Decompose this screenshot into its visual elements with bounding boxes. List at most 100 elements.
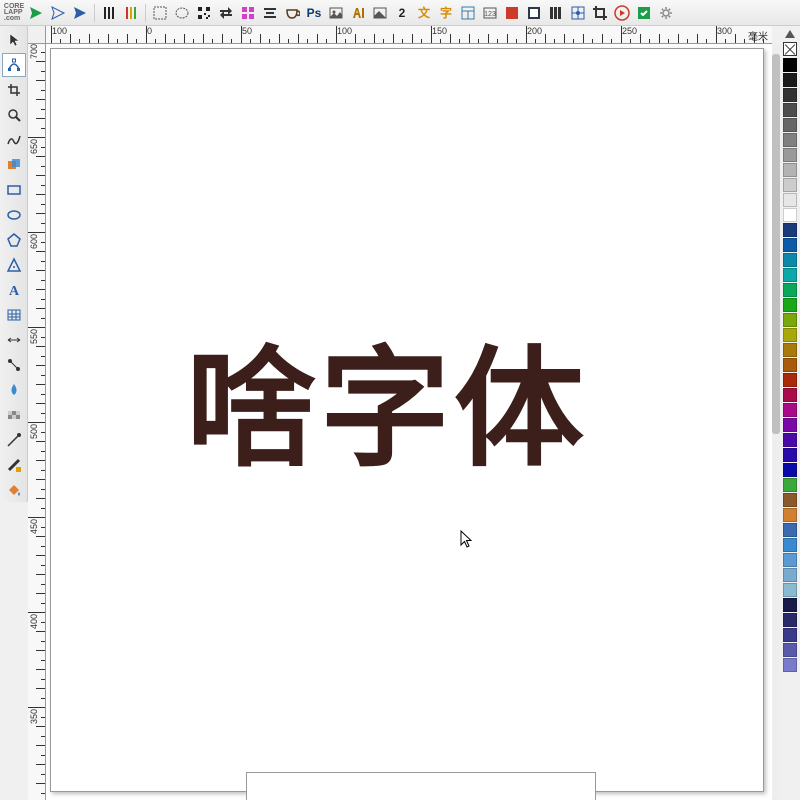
color-swatch-10[interactable] [783,208,797,222]
tool-pick[interactable] [2,28,26,52]
tool-zoom[interactable] [2,103,26,127]
tool-basic-shape[interactable] [2,253,26,277]
toolbar-bars-color-icon[interactable] [121,3,141,23]
color-swatch-11[interactable] [783,223,797,237]
toolbar-ps-icon[interactable]: Ps [304,3,324,23]
toolbar-red-sq-icon[interactable] [502,3,522,23]
toolbar-two-icon[interactable]: 2 [392,3,412,23]
tool-rect[interactable] [2,178,26,202]
tool-shape-edit[interactable] [2,53,26,77]
color-swatch-1[interactable] [783,73,797,87]
toolbar-grid-pink-icon[interactable] [238,3,258,23]
toolbar-zi-icon[interactable]: 字 [436,3,456,23]
color-swatch-2[interactable] [783,88,797,102]
toolbar-align-icon[interactable] [260,3,280,23]
toolbar-ai-icon[interactable] [348,3,368,23]
color-swatch-37[interactable] [783,613,797,627]
canvas[interactable]: 啥字体 [46,44,772,800]
tool-polygon[interactable] [2,228,26,252]
color-swatch-3[interactable] [783,103,797,117]
color-swatch-24[interactable] [783,418,797,432]
toolbar-grid-blue-icon[interactable] [568,3,588,23]
toolbar-gear-icon[interactable] [656,3,676,23]
color-swatch-15[interactable] [783,283,797,297]
toolbar-dark-sq-icon[interactable] [524,3,544,23]
color-swatch-35[interactable] [783,583,797,597]
tool-outline[interactable] [2,453,26,477]
vertical-ruler[interactable]: 700650600550500450400350300 [28,44,46,800]
tool-crop[interactable] [2,78,26,102]
color-swatch-5[interactable] [783,133,797,147]
toolbar-send-blue-icon[interactable] [70,3,90,23]
color-swatch-40[interactable] [783,658,797,672]
tool-drop[interactable] [2,378,26,402]
color-swatch-28[interactable] [783,478,797,492]
color-swatch-6[interactable] [783,148,797,162]
toolbar-layout-icon[interactable] [458,3,478,23]
toolbar-send-outline-icon[interactable] [48,3,68,23]
toolbar-cols-icon[interactable] [546,3,566,23]
color-swatch-39[interactable] [783,643,797,657]
palette-scroll-up-icon[interactable] [785,30,795,38]
color-swatch-29[interactable] [783,493,797,507]
color-swatch-0[interactable] [783,58,797,72]
color-swatch-25[interactable] [783,433,797,447]
toolbar-num-icon[interactable]: 123 [480,3,500,23]
tool-ellipse[interactable] [2,203,26,227]
tool-smart-fill[interactable] [2,153,26,177]
horizontal-ruler[interactable]: 100050100150200250300 [46,26,772,44]
vertical-scrollbar[interactable] [772,44,780,800]
color-swatch-34[interactable] [783,568,797,582]
color-swatch-30[interactable] [783,508,797,522]
toolbar-crop-dash-icon[interactable] [150,3,170,23]
color-swatch-13[interactable] [783,253,797,267]
tool-text[interactable]: A [2,278,26,302]
color-swatch-19[interactable] [783,343,797,357]
color-swatch-14[interactable] [783,268,797,282]
color-swatch-31[interactable] [783,523,797,537]
color-swatch-20[interactable] [783,358,797,372]
color-swatch-16[interactable] [783,298,797,312]
color-swatch-17[interactable] [783,313,797,327]
color-swatch-33[interactable] [783,553,797,567]
color-swatch-12[interactable] [783,238,797,252]
toolbar-crop2-icon[interactable] [590,3,610,23]
color-swatch-22[interactable] [783,388,797,402]
color-swatch-21[interactable] [783,373,797,387]
text-placeholder-box[interactable] [246,772,596,800]
ruler-label: 450 [29,519,39,534]
scrollbar-thumb[interactable] [772,54,780,434]
color-swatch-32[interactable] [783,538,797,552]
color-swatch-27[interactable] [783,463,797,477]
toolbar-oval-dash-icon[interactable] [172,3,192,23]
color-swatch-4[interactable] [783,118,797,132]
color-swatch-18[interactable] [783,328,797,342]
no-color-swatch[interactable] [783,42,797,56]
canvas-main-text[interactable]: 啥字体 [186,304,588,492]
tool-eyedropper[interactable] [2,428,26,452]
tool-dimension[interactable] [2,328,26,352]
toolbar-send-green-icon[interactable] [26,3,46,23]
toolbar-play-red-icon[interactable] [612,3,632,23]
toolbar-bars-vert-icon[interactable] [99,3,119,23]
toolbar-qr-icon[interactable] [194,3,214,23]
color-swatch-9[interactable] [783,193,797,207]
toolbar-cup-icon[interactable] [282,3,302,23]
toolbar-picture-icon[interactable] [326,3,346,23]
tool-transparency[interactable] [2,403,26,427]
toolbar-green-sq-icon[interactable] [634,3,654,23]
color-swatch-8[interactable] [783,178,797,192]
toolbar-picture2-icon[interactable] [370,3,390,23]
toolbar-wen-icon[interactable]: 文 [414,3,434,23]
tool-connector[interactable] [2,353,26,377]
ruler-corner[interactable] [28,26,46,44]
color-swatch-23[interactable] [783,403,797,417]
color-swatch-26[interactable] [783,448,797,462]
color-swatch-38[interactable] [783,628,797,642]
toolbar-arrow-swap-icon[interactable] [216,3,236,23]
color-swatch-7[interactable] [783,163,797,177]
tool-table[interactable] [2,303,26,327]
color-swatch-36[interactable] [783,598,797,612]
tool-fill[interactable] [2,478,26,502]
tool-freehand[interactable] [2,128,26,152]
